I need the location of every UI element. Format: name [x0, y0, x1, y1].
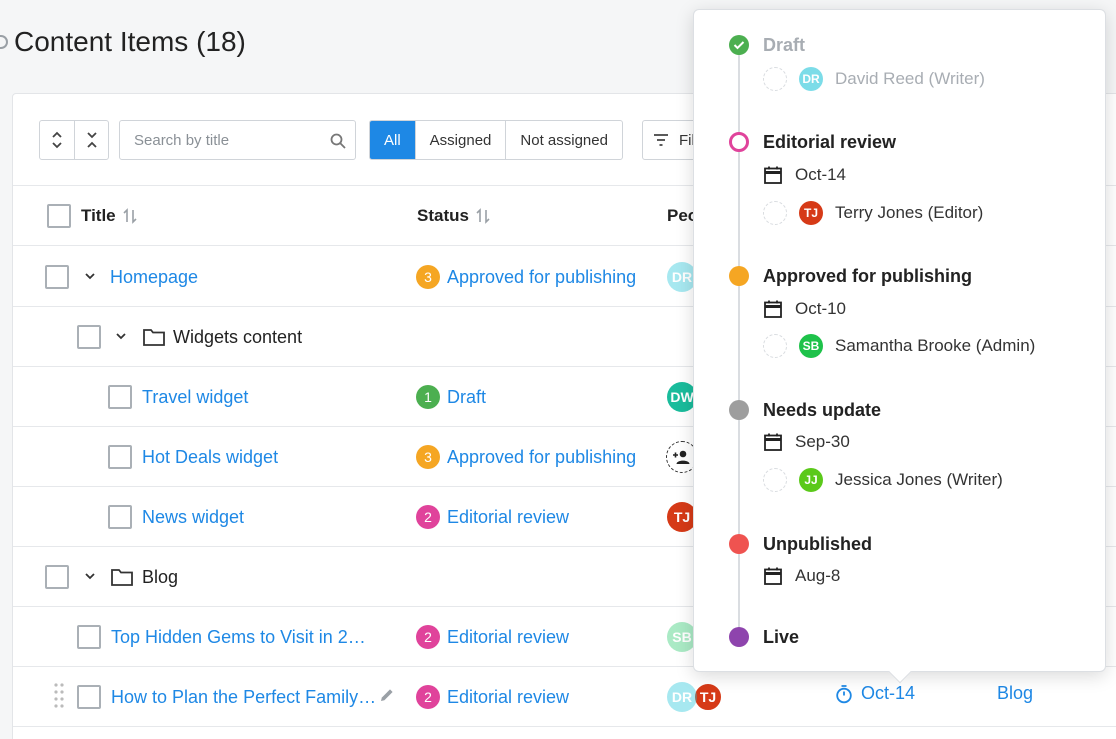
- stage-due-date[interactable]: Sep-30: [763, 432, 850, 452]
- status-cell[interactable]: 3 Approved for publishing: [416, 247, 636, 307]
- tab-assigned[interactable]: Assigned: [414, 121, 506, 159]
- stage-dot-icon: [729, 400, 749, 420]
- folder-icon: [111, 569, 133, 586]
- status-cell[interactable]: 1 Draft: [416, 367, 486, 427]
- folder-title: Widgets content: [173, 326, 303, 347]
- row-checkbox[interactable]: [45, 565, 69, 589]
- filter-icon: [654, 134, 668, 146]
- stage-dot-icon: [729, 534, 749, 554]
- due-date[interactable]: Oct-14: [835, 683, 915, 704]
- calendar-icon: [764, 300, 782, 318]
- search-icon: [330, 133, 346, 149]
- expand-collapse-group: [39, 120, 109, 160]
- avatar: SB: [799, 334, 823, 358]
- status-step-badge: 2: [416, 625, 440, 649]
- empty-avatar-slot: [763, 334, 787, 358]
- folder-link[interactable]: Blog: [997, 683, 1033, 704]
- collapse-all-icon: [86, 132, 97, 148]
- stage-name: Approved for publishing: [763, 266, 972, 286]
- avatar: TJ: [799, 201, 823, 225]
- status-step-badge: 3: [416, 445, 440, 469]
- people-cell[interactable]: DR TJ: [667, 667, 723, 727]
- calendar-icon: [764, 567, 782, 585]
- collection-icon: [0, 35, 8, 49]
- status-cell[interactable]: 3 Approved for publishing: [416, 427, 636, 487]
- column-status[interactable]: Status: [417, 186, 490, 246]
- item-title-link[interactable]: Travel widget: [142, 367, 248, 427]
- avatar: DR: [799, 67, 823, 91]
- stage-due-date[interactable]: Oct-10: [763, 299, 846, 319]
- folder-icon: [143, 329, 165, 346]
- stage-dot-icon: [729, 627, 749, 647]
- stage-due-date[interactable]: Oct-14: [763, 165, 846, 185]
- item-title-link[interactable]: Top Hidden Gems to Visit in 2…: [111, 607, 366, 667]
- column-title[interactable]: Title: [81, 186, 137, 246]
- avatar: DR: [667, 682, 697, 712]
- tab-not-assigned[interactable]: Not assigned: [505, 121, 622, 159]
- calendar-icon: [764, 433, 782, 451]
- stage-assignee[interactable]: DR David Reed (Writer): [763, 67, 985, 91]
- item-title-link[interactable]: How to Plan the Perfect Family…: [111, 667, 376, 727]
- tab-all[interactable]: All: [370, 121, 415, 159]
- stage-name: Editorial review: [763, 132, 897, 152]
- stage-current-icon: [729, 132, 749, 152]
- collapse-all-button[interactable]: [74, 121, 108, 159]
- row-checkbox[interactable]: [77, 685, 101, 709]
- status-cell[interactable]: 2 Editorial review: [416, 667, 569, 727]
- row-checkbox[interactable]: [77, 325, 101, 349]
- drag-handle-icon[interactable]: [53, 682, 65, 710]
- row-checkbox[interactable]: [77, 625, 101, 649]
- workflow-popover: Draft DR David Reed (Writer) Editorial r…: [693, 9, 1106, 684]
- status-step-badge: 2: [416, 505, 440, 529]
- stage-assignee[interactable]: TJ Terry Jones (Editor): [763, 201, 983, 225]
- select-all-checkbox[interactable]: [47, 204, 71, 228]
- calendar-icon: [764, 166, 782, 184]
- timer-icon: [836, 684, 852, 703]
- item-title-link[interactable]: Hot Deals widget: [142, 427, 278, 487]
- empty-avatar-slot: [763, 67, 787, 91]
- stage-assignee[interactable]: JJ Jessica Jones (Writer): [763, 468, 1003, 492]
- stage-name: Live: [763, 627, 800, 647]
- page-title: Content Items (18): [0, 26, 246, 58]
- stage-dot-icon: [729, 266, 749, 286]
- empty-avatar-slot: [763, 201, 787, 225]
- empty-avatar-slot: [763, 468, 787, 492]
- stage-name: Draft: [763, 35, 806, 55]
- sort-icon: [476, 208, 490, 224]
- sort-icon: [123, 208, 137, 224]
- pencil-icon[interactable]: [378, 686, 396, 704]
- status-step-badge: 1: [416, 385, 440, 409]
- add-person-icon: [673, 450, 690, 464]
- row-checkbox[interactable]: [45, 265, 69, 289]
- stage-assignee[interactable]: SB Samantha Brooke (Admin): [763, 334, 1035, 358]
- chevron-down-icon[interactable]: [83, 269, 97, 283]
- folder-title: Blog: [142, 566, 179, 587]
- search-box: [119, 120, 356, 160]
- status-step-badge: 3: [416, 265, 440, 289]
- status-cell[interactable]: 2 Editorial review: [416, 487, 569, 547]
- stage-name: Needs update: [763, 400, 882, 420]
- stage-done-icon: [729, 35, 749, 55]
- stage-due-date[interactable]: Aug-8: [763, 566, 840, 586]
- chevron-down-icon[interactable]: [83, 569, 97, 583]
- item-title-link[interactable]: Homepage: [110, 247, 198, 307]
- stage-name: Unpublished: [763, 534, 872, 554]
- expand-all-icon: [52, 131, 62, 149]
- item-title-link[interactable]: News widget: [142, 487, 244, 547]
- chevron-down-icon[interactable]: [114, 329, 128, 343]
- assignment-filter-tabs: All Assigned Not assigned: [369, 120, 623, 160]
- status-step-badge: 2: [416, 685, 440, 709]
- row-checkbox[interactable]: [108, 505, 132, 529]
- table-row[interactable]: How to Plan the Perfect Family… 2 Editor…: [13, 667, 1116, 727]
- search-input[interactable]: [120, 121, 320, 159]
- status-cell[interactable]: 2 Editorial review: [416, 607, 569, 667]
- avatar: TJ: [693, 682, 723, 712]
- row-checkbox[interactable]: [108, 445, 132, 469]
- expand-all-button[interactable]: [40, 121, 74, 159]
- avatar: JJ: [799, 468, 823, 492]
- row-checkbox[interactable]: [108, 385, 132, 409]
